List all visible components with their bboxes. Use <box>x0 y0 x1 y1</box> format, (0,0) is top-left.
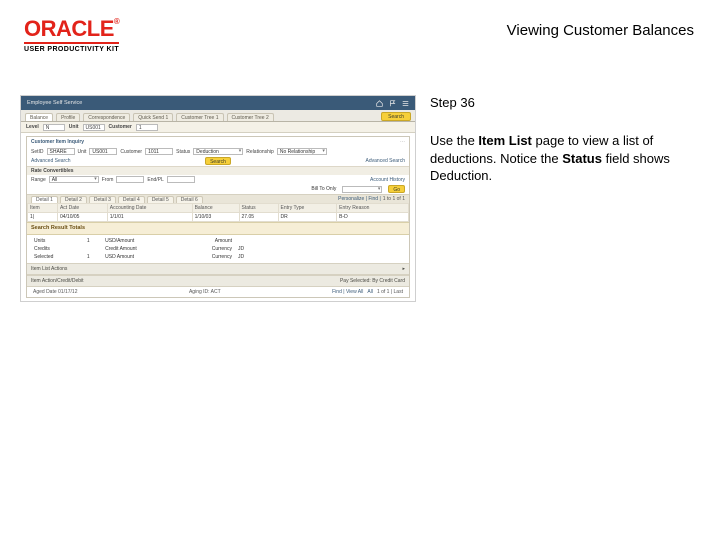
table-row[interactable]: 1| 04/10/05 1/1/01 1/10/03 27.05 DR B-D <box>28 213 409 222</box>
detail-tab-6[interactable]: Detail 6 <box>176 196 203 203</box>
customer2-label: Customer <box>120 149 142 155</box>
detail-tab-5[interactable]: Detail 5 <box>147 196 174 203</box>
aging-id: Aging ID: ACT <box>189 289 221 295</box>
detail-tab-3[interactable]: Detail 3 <box>89 196 116 203</box>
range-dropdown[interactable]: All <box>49 176 99 183</box>
table-header-row: Item Act Date Accounting Date Balance St… <box>28 204 409 213</box>
billto-label: Bill To Only <box>311 186 336 192</box>
inquiry-title: Customer Item Inquiry <box>31 139 84 145</box>
col-item: Item <box>28 204 58 213</box>
aging-bar: Aged Date 01/17/12 Aging ID: ACT Find | … <box>27 287 409 297</box>
embedded-screenshot: Employee Self Service Balance Profile Co… <box>20 95 416 302</box>
unit2-label: Unit <box>78 149 87 155</box>
unit-label: Unit <box>69 124 79 130</box>
tab-balance[interactable]: Balance <box>25 113 53 121</box>
item-table: Item Act Date Accounting Date Balance St… <box>27 203 409 222</box>
ss-app-title: Employee Self Service <box>27 100 82 107</box>
panel-right: ⋯ <box>400 139 405 145</box>
customer-field[interactable]: 1 <box>136 124 158 131</box>
section-right: Pay Selected: By Credit Card <box>340 278 405 284</box>
totals-row: CreditsCredit AmountCurrencyJD <box>31 245 260 253</box>
pager-text: 1 of 1 | Last <box>377 289 403 295</box>
flag-icon[interactable] <box>389 100 396 107</box>
tab-correspondence[interactable]: Correspondence <box>83 113 130 121</box>
home-icon[interactable] <box>376 100 383 107</box>
section-itemlist[interactable]: Item List Actions▸ <box>27 263 409 275</box>
upk-subtitle: USER PRODUCTIVITY KIT <box>24 42 119 53</box>
aged-date: Aged Date 01/17/12 <box>33 289 77 295</box>
viewall-link[interactable]: Find | View All <box>332 289 363 295</box>
to-input[interactable] <box>167 176 195 183</box>
filter-row-2: Advanced Search Search Advanced Search <box>27 156 409 166</box>
go-button[interactable]: Go <box>388 185 405 193</box>
filter-row-3: Range All From End/PL Account History <box>27 175 409 184</box>
setid-input[interactable]: SHARE <box>47 148 75 155</box>
customer2-input[interactable]: 1011 <box>145 148 173 155</box>
detail-tab-1[interactable]: Detail 1 <box>31 196 58 203</box>
logo-block: ORACLE® USER PRODUCTIVITY KIT <box>24 18 119 53</box>
step-label: Step 36 <box>430 95 700 110</box>
results-head: Search Result Totals <box>27 222 409 235</box>
totals-table: Units1USD/AmountAmount CreditsCredit Amo… <box>31 237 260 261</box>
row-count: 1 to 1 of 1 <box>383 196 405 203</box>
all-link[interactable]: All <box>367 289 373 295</box>
instruction-panel: Step 36 Use the Item List page to view a… <box>430 95 700 302</box>
setid-label: SetID <box>31 149 44 155</box>
from-label: From <box>102 177 114 183</box>
col-accdate: Accounting Date <box>107 204 192 213</box>
unit-field[interactable]: US001 <box>83 124 105 131</box>
col-status: Status <box>239 204 278 213</box>
account-history-link[interactable]: Account History <box>370 177 405 183</box>
ss-topbar: Employee Self Service <box>21 96 415 110</box>
totals-row: Units1USD/AmountAmount <box>31 237 260 245</box>
context-bar: Level N Unit US001 Customer 1 <box>21 122 415 133</box>
section-left: Item Action/Credit/Debit <box>31 278 84 284</box>
page-title: Viewing Customer Balances <box>507 22 694 39</box>
grid-controls: Bill To Only Go <box>27 184 409 194</box>
detail-tab-4[interactable]: Detail 4 <box>118 196 145 203</box>
adv-search-link-2[interactable]: Advanced Search <box>366 158 405 164</box>
personalize-link[interactable]: Personalize | Find | <box>338 196 381 203</box>
convertibles-head: Rate Convertibles <box>27 166 409 175</box>
col-actdate: Act Date <box>57 204 107 213</box>
search-btn-2[interactable]: Search <box>205 157 231 165</box>
tab-custtree1[interactable]: Customer Tree 1 <box>176 113 223 121</box>
header: ORACLE® USER PRODUCTIVITY KIT Viewing Cu… <box>0 0 720 59</box>
range-label: Range <box>31 177 46 183</box>
relationship-label: Relationship <box>246 149 274 155</box>
col-balance: Balance <box>192 204 239 213</box>
from-input[interactable] <box>116 176 144 183</box>
status-dropdown[interactable]: Deduction <box>193 148 243 155</box>
to-label: End/PL <box>147 177 163 183</box>
relationship-dropdown[interactable]: No Relationship <box>277 148 327 155</box>
tab-custtree2[interactable]: Customer Tree 2 <box>227 113 274 121</box>
level-label: Level <box>26 124 39 130</box>
col-entrytype: Entry Type <box>278 204 337 213</box>
detail-tabstrip: Detail 1 Detail 2 Detail 3 Detail 4 Deta… <box>27 194 409 203</box>
unit2-input[interactable]: US001 <box>89 148 117 155</box>
section-itemaction: Item Action/Credit/Debit Pay Selected: B… <box>27 275 409 287</box>
status-label: Status <box>176 149 190 155</box>
tab-quicksend[interactable]: Quick Send 1 <box>133 113 173 121</box>
instruction-text: Use the Item List page to view a list of… <box>430 132 700 185</box>
adv-search-link[interactable]: Advanced Search <box>31 158 70 164</box>
level-field[interactable]: N <box>43 124 65 131</box>
tab-profile[interactable]: Profile <box>56 113 80 121</box>
search-button[interactable]: Search <box>381 112 411 121</box>
customer-label: Customer <box>109 124 132 130</box>
oracle-logo: ORACLE® <box>24 18 119 40</box>
ss-tabstrip: Balance Profile Correspondence Quick Sen… <box>21 110 415 122</box>
filter-row-1: SetID SHARE Unit US001 Customer 1011 Sta… <box>27 147 409 156</box>
menu-icon[interactable] <box>402 100 409 107</box>
col-entryreason: Entry Reason <box>337 204 409 213</box>
totals-row: Selected1USD AmountCurrencyJD <box>31 253 260 261</box>
inquiry-panel: Customer Item Inquiry ⋯ SetID SHARE Unit… <box>26 136 410 298</box>
billto-dropdown[interactable] <box>342 186 382 193</box>
detail-tab-2[interactable]: Detail 2 <box>60 196 87 203</box>
